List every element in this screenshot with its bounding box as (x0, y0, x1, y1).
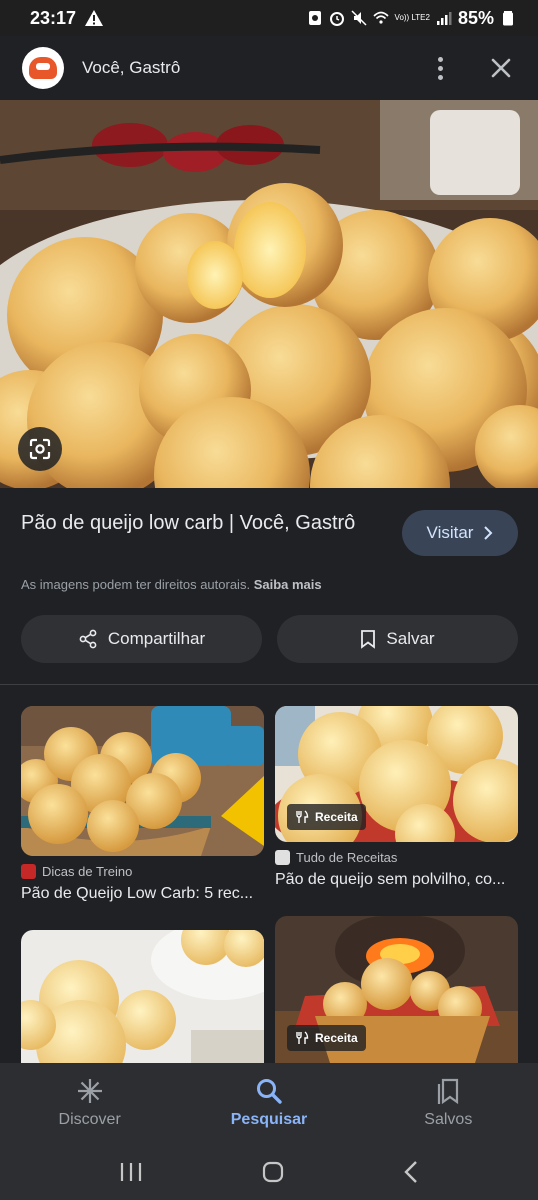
recipe-badge: Receita (287, 1025, 366, 1051)
asterisk-icon (77, 1079, 102, 1103)
system-navigation (0, 1143, 538, 1200)
nav-search[interactable]: Pesquisar (179, 1063, 358, 1143)
mute-icon (351, 10, 367, 26)
share-label: Compartilhar (107, 629, 206, 648)
result-info: Pão de queijo low carb | Você, Gastrô Vi… (0, 488, 538, 685)
more-options-button[interactable] (428, 52, 452, 84)
site-favicon (21, 864, 36, 879)
recycle-icon (308, 11, 321, 25)
source-name: Dicas de Treino (42, 864, 133, 879)
related-card[interactable]: Receita (275, 916, 518, 1063)
site-name[interactable]: Você, Gastrô (82, 58, 180, 78)
main-image[interactable] (0, 100, 538, 488)
status-time: 23:17 (30, 7, 77, 28)
close-icon[interactable] (486, 53, 516, 83)
site-favicon (275, 850, 290, 865)
home-icon[interactable] (261, 1160, 285, 1184)
cheese-bread-plate-photo (21, 930, 264, 1063)
visit-label: Visitar (426, 523, 474, 542)
share-button[interactable]: Compartilhar (21, 615, 262, 663)
related-card[interactable] (21, 930, 264, 1063)
copyright-notice: As imagens podem ter direitos autorais. … (21, 577, 322, 592)
bottom-navigation: Discover Pesquisar Salvos (0, 1063, 538, 1143)
related-title[interactable]: Pão de Queijo Low Carb: 5 rec... (21, 885, 264, 903)
lens-icon (29, 438, 51, 460)
recent-apps-icon[interactable] (119, 1161, 143, 1183)
bookmarks-icon (438, 1078, 459, 1105)
more-vert-icon (437, 56, 443, 62)
chef-hat-icon (29, 57, 57, 79)
related-card[interactable]: Dicas de Treino Pão de Queijo Low Carb: … (21, 706, 264, 903)
learn-more-link[interactable]: Saiba mais (254, 577, 322, 592)
recipe-badge-label: Receita (315, 810, 358, 824)
battery-icon (503, 11, 513, 26)
related-card[interactable]: Receita Tudo de Receitas Pão de queijo s… (275, 706, 518, 889)
utensils-icon (296, 1031, 309, 1044)
save-label: Salvar (386, 629, 435, 648)
related-image[interactable]: Receita (275, 706, 518, 842)
network-label: Vo)) LTE2 (394, 13, 430, 22)
source-name: Tudo de Receitas (296, 850, 398, 865)
cheese-bread-photo (0, 100, 538, 488)
wifi-icon (372, 11, 389, 24)
divider (0, 684, 538, 685)
site-logo[interactable] (22, 47, 64, 89)
chevron-right-icon (484, 526, 493, 540)
related-source: Dicas de Treino (21, 864, 264, 879)
bookmark-icon (361, 630, 376, 649)
related-source: Tudo de Receitas (275, 850, 518, 865)
utensils-icon (296, 810, 309, 823)
alarm-icon (329, 12, 344, 26)
share-icon (79, 629, 97, 649)
nav-discover-label: Discover (58, 1111, 121, 1128)
back-icon[interactable] (403, 1160, 419, 1184)
nav-discover[interactable]: Discover (0, 1063, 179, 1143)
page-title[interactable]: Pão de queijo low carb | Você, Gastrô (21, 508, 361, 538)
visit-button[interactable]: Visitar (402, 510, 518, 556)
battery-percent: 85% (457, 7, 494, 28)
related-image[interactable] (21, 930, 264, 1063)
cheese-bread-basket-photo (21, 706, 264, 856)
source-header: Você, Gastrô (0, 36, 538, 100)
related-image[interactable] (21, 706, 264, 856)
google-lens-button[interactable] (18, 427, 62, 471)
search-icon (256, 1079, 282, 1104)
related-title[interactable]: Pão de queijo sem polvilho, co... (275, 871, 518, 889)
save-button[interactable]: Salvar (277, 615, 518, 663)
copyright-text: As imagens podem ter direitos autorais. (21, 577, 251, 592)
nav-saved-label: Salvos (424, 1111, 473, 1128)
related-image[interactable]: Receita (275, 916, 518, 1063)
nav-saved[interactable]: Salvos (359, 1063, 538, 1143)
status-bar: 23:17 Vo)) LTE2 85% (0, 0, 538, 36)
recipe-badge-label: Receita (315, 1031, 358, 1045)
warning-icon (85, 10, 104, 26)
nav-search-label: Pesquisar (230, 1111, 308, 1128)
signal-icon (436, 12, 452, 25)
recipe-badge: Receita (287, 804, 366, 830)
